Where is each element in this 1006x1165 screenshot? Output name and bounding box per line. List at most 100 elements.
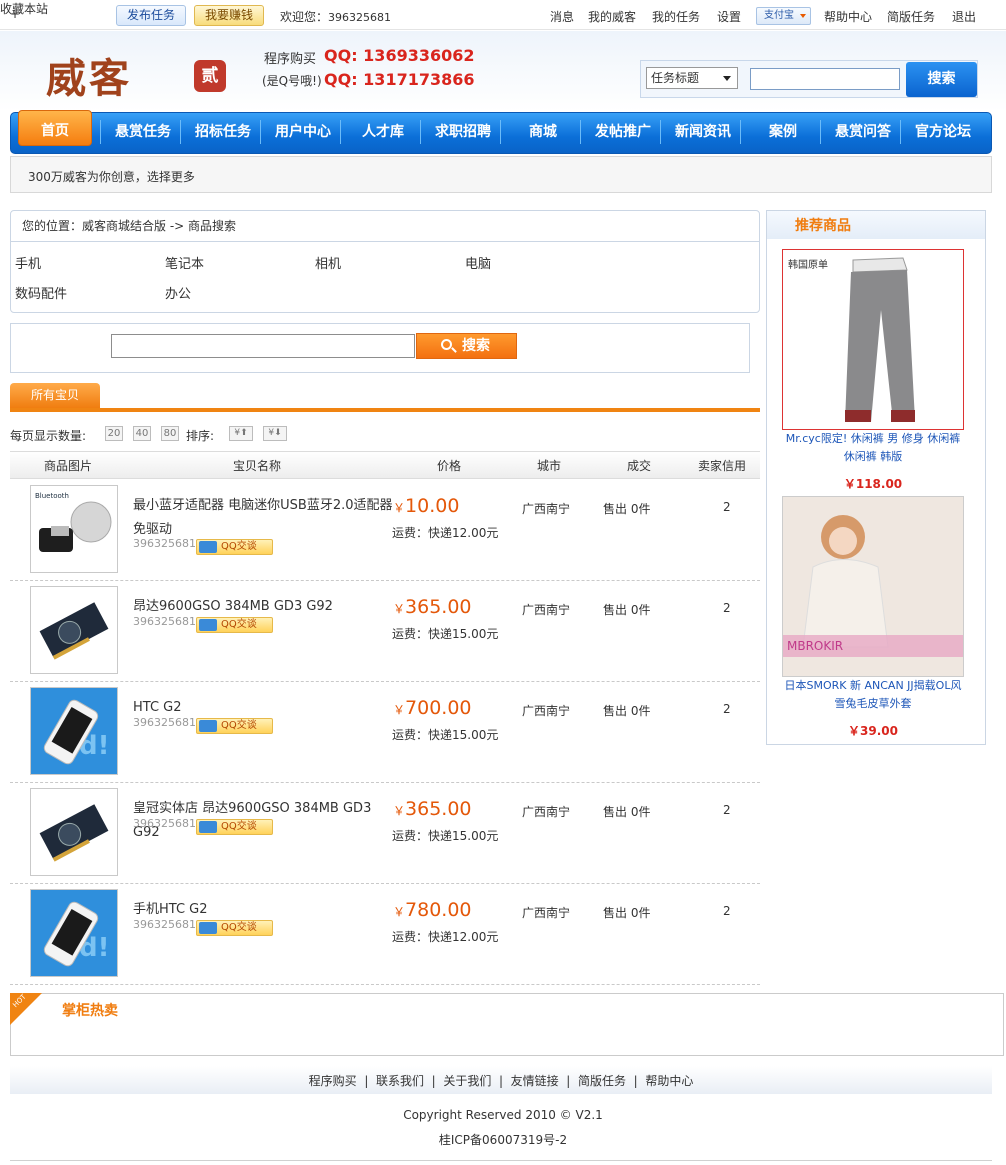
category-digital-accessories[interactable]: 数码配件 (15, 283, 67, 302)
footer-link-friend-links[interactable]: 友情链接 (511, 1074, 559, 1088)
nav-item-cases[interactable]: 案例 (744, 121, 822, 143)
recommended-name-1[interactable]: Mr.cyc限定! 休闲裤 男 修身 休闲裤 休闲裤 韩版 (780, 430, 966, 466)
publish-task-button[interactable]: 发布任务 (116, 5, 186, 26)
tab-all-items[interactable]: 所有宝贝 (10, 383, 100, 408)
nav-item-post-promotion[interactable]: 发帖推广 (584, 121, 662, 143)
alipay-label: 支付宝 (764, 10, 794, 21)
footer-links: 程序购买 | 联系我们 | 关于我们 | 友情链接 | 简版任务 | 帮助中心 (10, 1072, 992, 1089)
per-page-80[interactable]: 80 (161, 426, 179, 441)
alipay-dropdown[interactable]: 支付宝 (756, 7, 811, 25)
logout-link[interactable]: 退出 (952, 8, 976, 25)
header-search-input[interactable] (750, 68, 900, 90)
seller-id[interactable]: 396325681 (133, 615, 196, 628)
footer-link-simple-tasks[interactable]: 简版任务 (578, 1074, 626, 1088)
sort-label: 排序: (186, 429, 215, 443)
tab-underline (10, 408, 760, 412)
pants-image: 韩国原单 (783, 250, 963, 429)
qq-chat-button[interactable]: QQ交谈 (196, 718, 273, 734)
product-price: ￥780.00 (393, 899, 472, 921)
qq-note: (是Q号哦!) (262, 74, 322, 88)
nav-item-official-forum[interactable]: 官方论坛 (904, 121, 982, 143)
logo[interactable]: 威客 (46, 46, 132, 104)
category-office[interactable]: 办公 (165, 283, 191, 302)
search-type-select[interactable]: 任务标题 (646, 67, 738, 89)
category-phone[interactable]: 手机 (15, 253, 41, 272)
my-weike-link[interactable]: 我的威客 (588, 8, 636, 25)
chevron-down-icon (723, 76, 731, 81)
qq-chat-label: QQ交谈 (221, 541, 257, 552)
currency-symbol: ￥ (393, 501, 406, 515)
nav-item-bid-tasks[interactable]: 招标任务 (184, 121, 262, 143)
simple-tasks-link[interactable]: 简版任务 (887, 8, 935, 25)
nav-separator (100, 120, 101, 144)
bookmark-link[interactable]: 收藏本站 (0, 0, 48, 17)
per-page-40[interactable]: 40 (133, 426, 151, 441)
seller-id[interactable]: 396325681 (133, 918, 196, 931)
shipping-fee: 运费：快递15.00元 (392, 627, 499, 641)
seller-id[interactable]: 396325681 (133, 716, 196, 729)
recommended-price-2: ￥39.00 (848, 724, 898, 738)
qq-number-1: QQ: 1369336062 (324, 46, 475, 65)
sort-price-desc-button[interactable]: ¥⬇ (263, 426, 287, 441)
category-computer[interactable]: 电脑 (465, 253, 491, 272)
nav-item-jobs[interactable]: 求职招聘 (424, 121, 502, 143)
sort-price-asc-button[interactable]: ¥⬆ (229, 426, 253, 441)
footer-link-about-us[interactable]: 关于我们 (443, 1074, 491, 1088)
sold-count: 售出 0件 (603, 502, 651, 516)
nav-item-user-center[interactable]: 用户中心 (264, 121, 342, 143)
qq-chat-button[interactable]: QQ交谈 (196, 819, 273, 835)
nav-item-home[interactable]: 首页 (18, 110, 92, 146)
nav-item-mall[interactable]: 商城 (504, 121, 582, 143)
seller-id[interactable]: 396325681 (133, 537, 196, 550)
seller-credit: 2 (723, 601, 731, 615)
messages-link[interactable]: 消息 (550, 8, 574, 25)
recommended-image-1[interactable]: 韩国原单 (782, 249, 964, 430)
earn-money-button[interactable]: 我要赚钱 (194, 5, 264, 26)
footer-link-buy-program[interactable]: 程序购买 (309, 1074, 357, 1088)
product-image[interactable] (30, 586, 118, 674)
footer-link-help-center[interactable]: 帮助中心 (645, 1074, 693, 1088)
welcome-label: 欢迎您： (280, 10, 329, 24)
product-image[interactable]: d! (30, 687, 118, 775)
nav-separator (820, 120, 821, 144)
seller-id[interactable]: 396325681 (133, 817, 196, 830)
nav-item-reward-qa[interactable]: 悬赏问答 (824, 121, 902, 143)
shipping-fee: 运费：快递15.00元 (392, 829, 499, 843)
price-value: 365.00 (405, 798, 472, 820)
qq-chat-button[interactable]: QQ交谈 (196, 539, 273, 555)
product-image[interactable]: Bluetooth (30, 485, 118, 573)
price-value: 700.00 (405, 697, 472, 719)
my-tasks-link[interactable]: 我的任务 (652, 8, 700, 25)
category-camera[interactable]: 相机 (315, 253, 341, 272)
search-type-value: 任务标题 (651, 71, 700, 85)
qq-chat-label: QQ交谈 (221, 619, 257, 630)
footer-separator: | (558, 1074, 578, 1088)
nav-item-news[interactable]: 新闻资讯 (664, 121, 742, 143)
col-name: 宝贝名称 (233, 459, 282, 473)
nav-item-talent-pool[interactable]: 人才库 (344, 121, 422, 143)
recommended-price-1: ￥118.00 (843, 477, 903, 491)
product-search-input[interactable] (111, 334, 415, 358)
qq-chat-button[interactable]: QQ交谈 (196, 920, 273, 936)
help-center-link[interactable]: 帮助中心 (824, 8, 872, 25)
recommended-name-2[interactable]: 日本SMORK 新 ANCAN JJ揭载OL风 雪兔毛皮草外套 (780, 677, 966, 713)
chevron-down-icon (800, 14, 806, 18)
settings-link[interactable]: 设置 (717, 8, 741, 25)
nav-separator (500, 120, 501, 144)
product-search-button[interactable]: 搜索 (416, 333, 517, 359)
nav-separator (660, 120, 661, 144)
shipping-fee: 运费：快递12.00元 (392, 930, 499, 944)
product-image[interactable]: d! (30, 889, 118, 977)
product-name[interactable]: 最小蓝牙适配器 电脑迷你USB蓝牙2.0适配器 免驱动 (133, 494, 395, 542)
nav-separator (340, 120, 341, 144)
col-city: 城市 (537, 459, 562, 473)
header-search-button[interactable]: 搜索 (906, 62, 977, 97)
sold-count: 售出 0件 (603, 603, 651, 617)
per-page-20[interactable]: 20 (105, 426, 123, 441)
recommended-image-2[interactable]: MBROKIR (782, 496, 964, 677)
qq-chat-button[interactable]: QQ交谈 (196, 617, 273, 633)
footer-link-contact-us[interactable]: 联系我们 (376, 1074, 424, 1088)
nav-item-reward-tasks[interactable]: 悬赏任务 (104, 121, 182, 143)
product-image[interactable] (30, 788, 118, 876)
category-laptop[interactable]: 笔记本 (165, 253, 204, 272)
